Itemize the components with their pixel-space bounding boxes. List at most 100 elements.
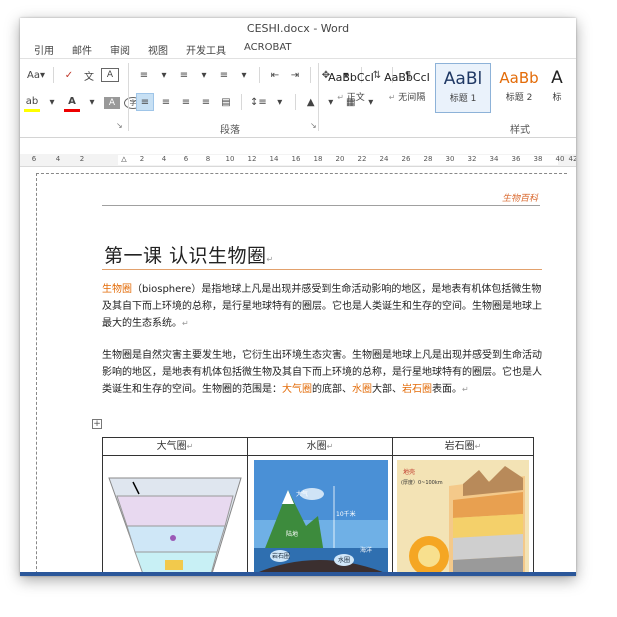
style-sample: AaBl <box>443 69 483 89</box>
label-crust-thickness: (厚度）0~100km <box>401 479 443 486</box>
ruler-tick: 4 <box>161 155 167 163</box>
ruler-tick: 42 <box>568 155 576 163</box>
tab-view[interactable]: 视图 <box>140 40 178 58</box>
dropdown-icon[interactable]: ▾ <box>272 94 288 110</box>
tab-mailings[interactable]: 邮件 <box>64 40 102 58</box>
style-name: 标题 1 <box>449 94 477 104</box>
paragraph-1[interactable]: 生物圈（biosphere）是指地球上凡是出现并感受到生命活动影响的地区，是地表… <box>102 281 542 332</box>
term-lithosphere: 岩石圈 <box>402 384 432 395</box>
label-hydrosphere: 水圈 <box>338 556 350 564</box>
ruler-tick: 26 <box>401 155 411 163</box>
ruler-tick: 38 <box>533 155 543 163</box>
term-atmosphere: 大气圈 <box>282 384 312 395</box>
paragraph-2[interactable]: 生物圈是自然灾害主要发生地，它衍生出环境生态灾害。生物圈是地球上凡是出现并感受到… <box>102 347 542 398</box>
ruler-tick: 14 <box>269 155 279 163</box>
style-sample: A <box>551 68 563 88</box>
indent-marker-icon[interactable]: △ <box>121 155 126 163</box>
tab-references[interactable]: 引用 <box>26 40 64 58</box>
ruler-tick: 20 <box>335 155 345 163</box>
bullets-icon[interactable]: ≡ <box>136 67 152 83</box>
tab-review[interactable]: 审阅 <box>102 40 140 58</box>
label-atmosphere: 大气 <box>296 490 308 498</box>
font-color-icon[interactable]: A <box>64 93 80 112</box>
ruler-tick: 22 <box>357 155 367 163</box>
align-center-icon[interactable]: ≡ <box>158 94 174 110</box>
styles-group-label: 样式 <box>510 125 530 136</box>
word-window: CESHI.docx - Word 引用 邮件 审阅 视图 开发工具 ACROB… <box>20 18 576 576</box>
status-bar <box>20 572 576 576</box>
header-divider <box>102 205 540 206</box>
style-name: 标题 2 <box>505 93 533 103</box>
label-height: 10千米 <box>336 510 356 518</box>
ruler-tick: 2 <box>79 155 85 163</box>
document-title[interactable]: 第一课 认识生物圈↵ <box>104 241 274 268</box>
font-dialog-launcher-icon[interactable]: ↘ <box>116 121 123 130</box>
table-header-cell[interactable]: 水圈↵ <box>247 437 393 456</box>
distribute-icon[interactable]: ▤ <box>218 94 234 110</box>
style-heading-2[interactable]: AaBb 标题 2 <box>491 63 547 113</box>
style-title[interactable]: A 标 <box>547 63 567 113</box>
dropdown-icon[interactable]: ▾ <box>156 67 172 83</box>
ruler-tick: 16 <box>291 155 301 163</box>
term-hydrosphere: 水圈 <box>352 384 372 395</box>
lithosphere-diagram-image: 地壳 (厚度）0~100km <box>397 460 529 576</box>
ruler-tick: 36 <box>511 155 521 163</box>
ruler-tick: 2 <box>139 155 145 163</box>
style-name: ↵ 无间隔 <box>388 93 426 103</box>
hydrosphere-image-cell[interactable]: 大气 陆地 岩石圈 水圈 海洋 10千米 <box>247 455 393 576</box>
style-name: 标 <box>552 93 562 103</box>
dropdown-icon[interactable]: ▾ <box>84 95 100 111</box>
ruler-tick: 32 <box>467 155 477 163</box>
line-spacing-icon[interactable]: ↕≡ <box>249 94 268 110</box>
style-heading-1[interactable]: AaBl 标题 1 <box>435 63 491 113</box>
ruler-tick: 34 <box>489 155 499 163</box>
ruler-tick: 18 <box>313 155 323 163</box>
document-page[interactable]: 生物百科 第一课 认识生物圈↵ 生物圈（biosphere）是指地球上凡是出现并… <box>20 167 576 576</box>
term-biosphere: 生物圈 <box>102 284 132 295</box>
ruler-tick: 30 <box>445 155 455 163</box>
atmosphere-image-cell[interactable] <box>102 455 248 576</box>
ribbon: Aa▾ ✓ 文 A ab ▾ A ▾ A 字 ≡ ▾ ≡ ▾ ≡ ▾ ⇤ ⇥ <box>20 59 576 138</box>
dropdown-icon[interactable]: ▾ <box>44 95 60 111</box>
change-case-button[interactable]: Aa ▾ <box>26 67 46 83</box>
increase-indent-icon[interactable]: ⇥ <box>287 67 303 83</box>
table-move-handle-icon[interactable]: + <box>92 419 102 429</box>
char-border-icon[interactable]: A <box>101 68 119 82</box>
clear-format-icon[interactable]: ✓ <box>61 67 77 83</box>
tab-acrobat[interactable]: ACROBAT <box>236 40 302 58</box>
title-bar: CESHI.docx - Word <box>246 22 350 35</box>
shading-icon[interactable]: ▲ <box>303 94 319 110</box>
multilevel-list-icon[interactable]: ≡ <box>216 67 232 83</box>
paragraph-dialog-launcher-icon[interactable]: ↘ <box>310 121 317 130</box>
style-no-spacing[interactable]: AaBbCcI ↵ 无间隔 <box>379 63 435 113</box>
style-sample: AaBbCcI <box>384 71 430 84</box>
align-right-icon[interactable]: ≡ <box>178 94 194 110</box>
style-sample: AaBbCcI <box>328 71 374 84</box>
dropdown-icon[interactable]: ▾ <box>236 67 252 83</box>
justify-icon[interactable]: ≡ <box>198 94 214 110</box>
ruler-tick: 24 <box>379 155 389 163</box>
char-shading-icon[interactable]: A <box>104 96 120 109</box>
tab-developer[interactable]: 开发工具 <box>178 40 236 58</box>
label-crust: 地壳 <box>403 468 415 476</box>
decrease-indent-icon[interactable]: ⇤ <box>267 67 283 83</box>
lithosphere-image-cell[interactable]: 地壳 (厚度）0~100km <box>392 455 534 576</box>
style-name: ↵ 正文 <box>337 93 365 103</box>
ruler-tick: 40 <box>555 155 565 163</box>
ruler-tick: 6 <box>183 155 189 163</box>
align-left-icon[interactable]: ≡ <box>136 93 154 111</box>
table-header-cell[interactable]: 大气圈↵ <box>102 437 248 456</box>
label-lithosphere: 岩石圈 <box>272 552 290 560</box>
table-header-cell[interactable]: 岩石圈↵ <box>392 437 534 456</box>
highlight-color-icon[interactable]: ab <box>24 93 40 112</box>
title-underline <box>102 269 542 270</box>
horizontal-ruler[interactable]: 6 4 2 △ 2 4 6 8 10 12 14 16 18 20 22 24 … <box>20 154 576 167</box>
atmosphere-diagram-image <box>108 477 242 576</box>
ruler-tick: 8 <box>205 155 211 163</box>
label-land: 陆地 <box>286 530 298 538</box>
styles-gallery: AaBbCcI ↵ 正文 AaBbCcI ↵ 无间隔 AaBl 标题 1 AaB… <box>323 63 567 113</box>
style-normal[interactable]: AaBbCcI ↵ 正文 <box>323 63 379 113</box>
dropdown-icon[interactable]: ▾ <box>196 67 212 83</box>
phonetic-guide-icon[interactable]: 文 <box>81 67 97 83</box>
numbering-icon[interactable]: ≡ <box>176 67 192 83</box>
